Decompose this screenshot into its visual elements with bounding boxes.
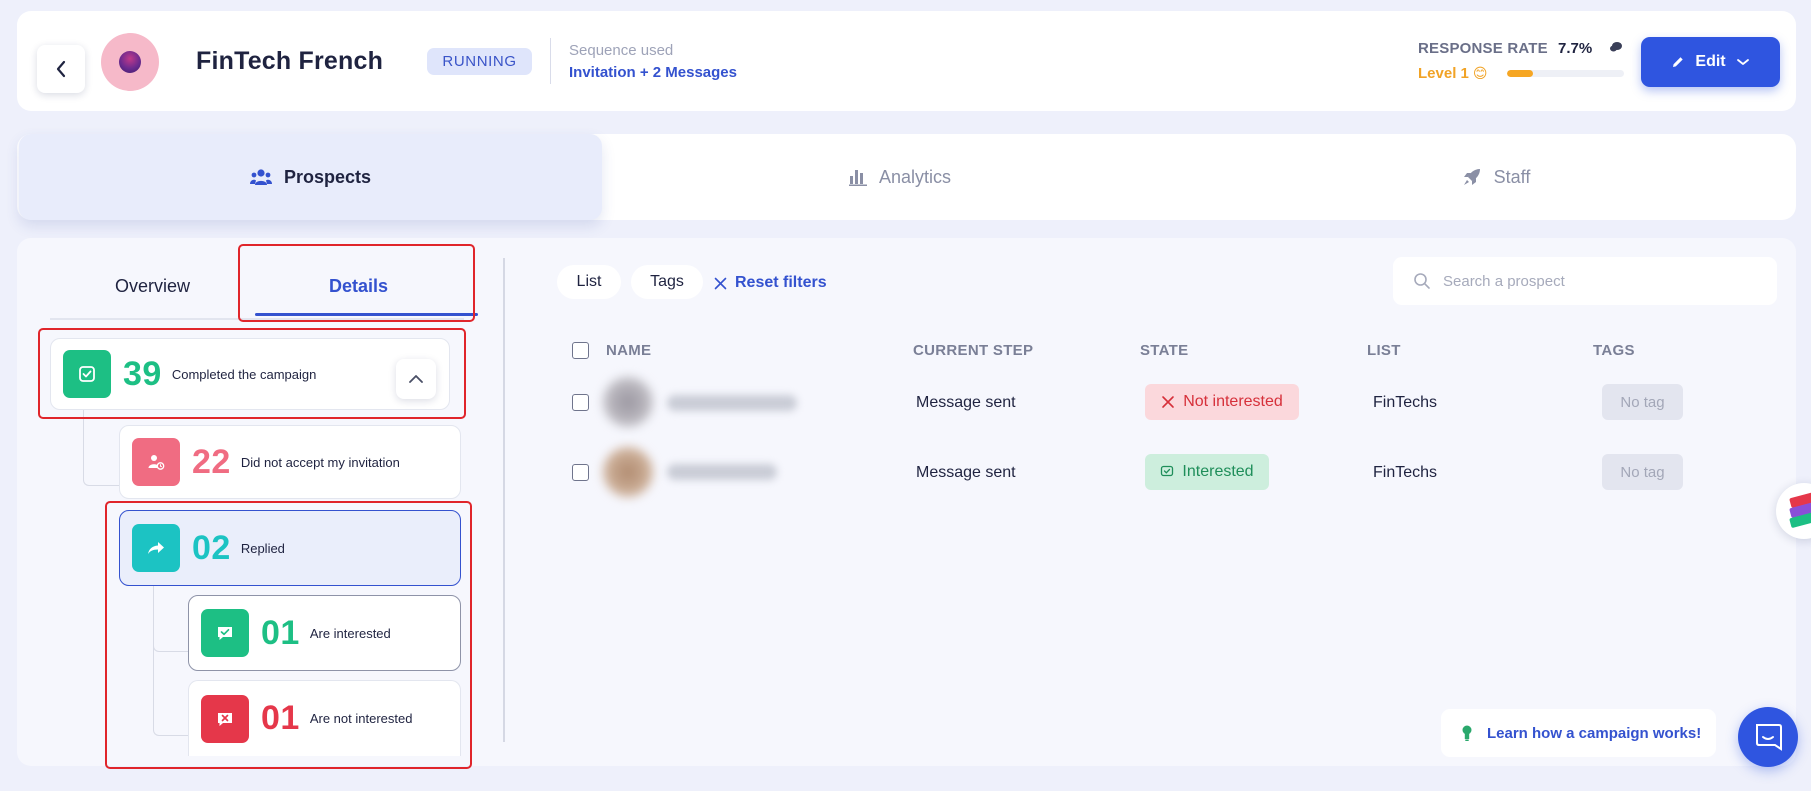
campaign-header: FinTech French RUNNING Sequence used Inv… <box>17 11 1796 111</box>
column-current-step[interactable]: CURRENT STEP <box>913 342 1033 359</box>
row-checkbox[interactable] <box>572 394 589 411</box>
level-progress-bar <box>1507 70 1624 77</box>
select-all-checkbox[interactable] <box>572 342 589 359</box>
state-badge: Not interested <box>1145 384 1299 420</box>
list-cell: FinTechs <box>1373 464 1438 481</box>
response-rate-label: RESPONSE RATE <box>1418 40 1548 57</box>
current-step-cell: Message sent <box>916 464 1016 481</box>
user-clock-icon <box>132 438 180 486</box>
chat-support-button[interactable] <box>1738 707 1798 767</box>
level-progress-fill <box>1507 70 1533 77</box>
reset-filters-link[interactable]: Reset filters <box>714 274 827 292</box>
lightbulb-icon <box>1462 725 1472 741</box>
main-tabs: Prospects Analytics Staff <box>17 134 1796 220</box>
tab-staff-label: Staff <box>1493 166 1531 187</box>
column-name[interactable]: NAME <box>606 342 651 359</box>
avatar <box>603 377 653 427</box>
rocket-icon <box>1463 169 1480 185</box>
panel-divider <box>503 258 505 742</box>
tab-prospects-label: Prospects <box>283 166 372 187</box>
edit-label: Edit <box>1695 53 1726 70</box>
status-badge: RUNNING <box>427 48 532 75</box>
sequence-link[interactable]: Invitation + 2 Messages <box>569 64 737 81</box>
learn-campaign-card[interactable]: Learn how a campaign works! <box>1441 709 1716 757</box>
tab-prospects[interactable]: Prospects <box>19 134 602 220</box>
campaign-logo-icon <box>119 51 141 73</box>
search-box[interactable] <box>1393 257 1777 305</box>
tag-pill[interactable]: No tag <box>1602 384 1683 420</box>
level-text: Level 1 <box>1418 65 1469 82</box>
info-bubble-icon[interactable] <box>1609 41 1623 53</box>
filter-tags-chip[interactable]: Tags <box>631 265 703 299</box>
column-state[interactable]: STATE <box>1140 342 1188 359</box>
level-label: Level 1 😊 <box>1418 65 1487 82</box>
pencil-icon <box>1673 57 1684 67</box>
close-icon <box>1162 396 1174 408</box>
state-badge: Interested <box>1145 454 1269 490</box>
campaign-title: FinTech French <box>196 47 384 75</box>
edit-button[interactable]: Edit <box>1641 37 1780 87</box>
smile-icon: 😊 <box>1472 65 1488 81</box>
response-rate-value: 7.7% <box>1558 40 1593 57</box>
column-list[interactable]: LIST <box>1367 342 1401 359</box>
not-accepted-count: 22 <box>192 442 231 481</box>
filter-list-chip[interactable]: List <box>557 265 621 299</box>
search-input[interactable] <box>1443 272 1743 290</box>
campaign-avatar <box>101 33 159 91</box>
chevron-down-icon <box>1736 59 1749 65</box>
current-step-cell: Message sent <box>916 394 1016 411</box>
subtab-overview[interactable]: Overview <box>115 276 190 297</box>
not-accepted-card[interactable]: 22 Did not accept my invitation <box>119 425 461 499</box>
state-label: Interested <box>1182 463 1254 480</box>
chat-check-icon <box>1161 465 1174 477</box>
list-cell: FinTechs <box>1373 394 1438 411</box>
annotation-box-replied <box>105 501 472 769</box>
tab-staff[interactable]: Staff <box>1198 134 1794 220</box>
tag-pill[interactable]: No tag <box>1602 454 1683 490</box>
avatar <box>603 447 653 497</box>
close-icon <box>714 277 727 289</box>
learn-label: Learn how a campaign works! <box>1487 724 1702 742</box>
prospect-name-blurred <box>667 464 777 480</box>
back-button[interactable] <box>37 45 85 93</box>
tab-analytics[interactable]: Analytics <box>602 134 1198 220</box>
tab-analytics-label: Analytics <box>878 166 952 187</box>
reset-filters-label: Reset filters <box>735 274 827 291</box>
chat-icon <box>1756 724 1782 751</box>
prospect-name-blurred <box>667 395 797 411</box>
state-label: Not interested <box>1183 393 1283 410</box>
bar-chart-icon <box>848 169 867 186</box>
row-checkbox[interactable] <box>572 464 589 481</box>
header-divider <box>550 38 551 84</box>
annotation-box-completed <box>38 328 466 419</box>
chevron-left-icon <box>56 60 66 78</box>
sequence-label: Sequence used <box>569 42 674 59</box>
annotation-box-details <box>238 244 475 322</box>
not-accepted-label: Did not accept my invitation <box>240 454 400 470</box>
column-tags[interactable]: TAGS <box>1593 342 1635 359</box>
users-icon <box>249 169 272 185</box>
search-icon <box>1414 273 1430 289</box>
